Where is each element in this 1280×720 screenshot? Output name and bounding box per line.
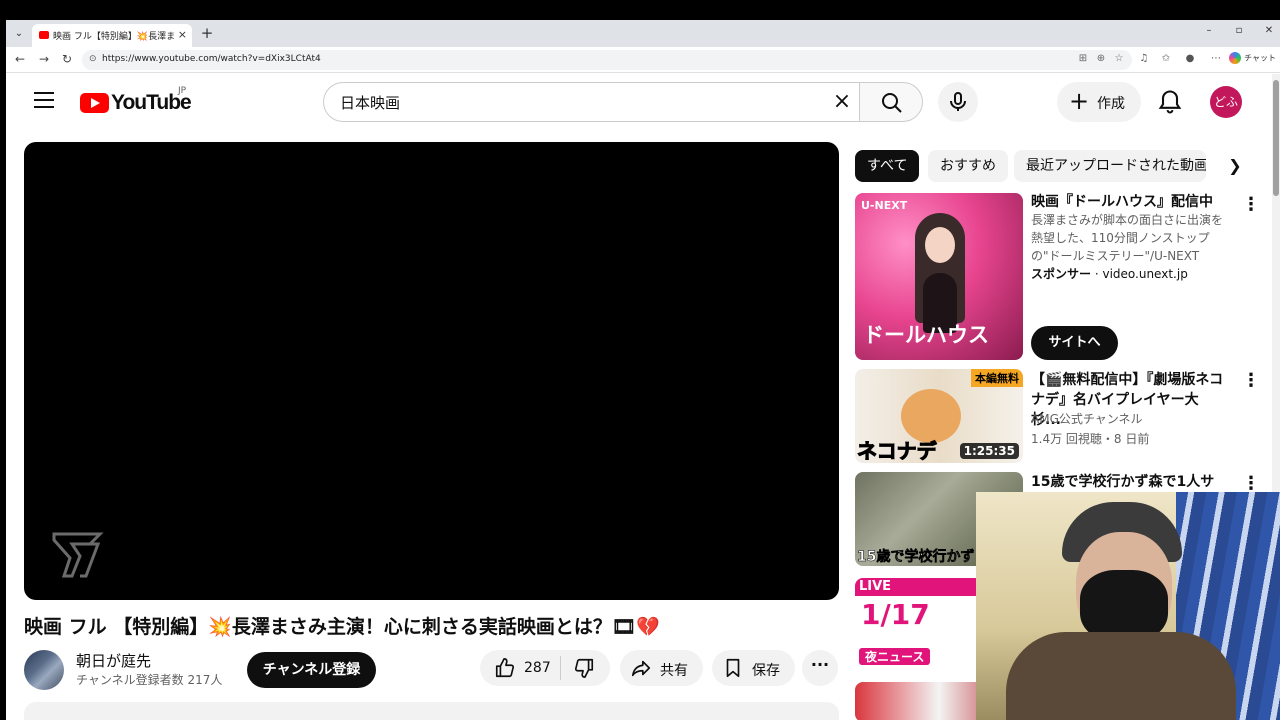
like-dislike-group: 287 xyxy=(480,650,610,686)
dislike-button[interactable] xyxy=(561,650,610,686)
more-menu-icon[interactable]: ⋯ xyxy=(1208,53,1224,64)
share-icon xyxy=(631,660,651,677)
chip-all[interactable]: すべて xyxy=(855,150,920,182)
favorite-star-icon[interactable]: ☆ xyxy=(1112,53,1126,64)
video-thumbnail-1[interactable]: 本編無料 ネコナデ 1:25:35 xyxy=(855,369,1023,463)
youtube-header: YouTube JP × + 作成 どふ xyxy=(6,74,1280,130)
tab-close-icon[interactable]: × xyxy=(178,28,187,41)
menu-icon[interactable] xyxy=(34,92,54,108)
url-text[interactable]: https://www.youtube.com/watch?v=dXix3LCt… xyxy=(102,54,321,64)
country-code: JP xyxy=(178,86,187,96)
unext-brand: U-NEXT xyxy=(861,199,908,212)
webcam-overlay xyxy=(976,492,1280,720)
tab-list-chevron-icon[interactable]: ⌄ xyxy=(10,25,28,43)
webcam-person-body xyxy=(1006,632,1236,720)
account-avatar[interactable]: どふ xyxy=(1210,86,1242,118)
ad-thumb-title: ドールハウス xyxy=(863,322,989,347)
tab-strip: ⌄ 映画 フル【特別編】💥長澤まさみ主演！心に刺さる実話映画とは？ × + – … xyxy=(6,20,1280,47)
reader-icon[interactable]: ⊞ xyxy=(1076,53,1090,64)
thumb-sub: 夜ニュース xyxy=(859,648,931,665)
address-bar: ← → ↻ ⊙ https://www.youtube.com/watch?v=… xyxy=(6,47,1280,73)
restore-icon[interactable]: ▫ xyxy=(1232,25,1246,36)
video-duration: 1:25:35 xyxy=(959,443,1019,459)
video-channel-1[interactable]: AMG公式チャンネル xyxy=(1031,410,1231,428)
more-actions-icon[interactable]: ··· xyxy=(802,650,838,686)
description-box[interactable] xyxy=(24,702,839,720)
channel-avatar[interactable] xyxy=(24,650,64,690)
thumbs-down-icon xyxy=(574,658,594,678)
voice-search-button[interactable] xyxy=(938,82,978,122)
bookmark-icon xyxy=(726,658,740,678)
channel-name[interactable]: 朝日が庭先 xyxy=(76,650,151,671)
thumbs-up-icon xyxy=(495,658,515,678)
thumb-caption: 1/17 xyxy=(861,598,930,631)
new-tab-button[interactable]: + xyxy=(198,24,216,42)
omnibox[interactable]: ⊙ https://www.youtube.com/watch?v=dXix3L… xyxy=(82,50,1132,70)
favorites-icon[interactable]: ✩ xyxy=(1158,53,1174,64)
ad-title[interactable]: 映画『ドールハウス』配信中 xyxy=(1031,192,1227,212)
ad-thumbnail[interactable]: U-NEXT ドールハウス xyxy=(855,193,1023,360)
chevron-right-icon[interactable]: ❯ xyxy=(1223,154,1247,178)
like-button[interactable]: 287 xyxy=(480,650,560,686)
create-button[interactable]: + 作成 xyxy=(1057,82,1141,122)
channel-watermark-logo xyxy=(52,532,104,578)
zoom-icon[interactable]: ⊕ xyxy=(1094,53,1108,64)
subscriber-count: チャンネル登録者数 217人 xyxy=(76,673,223,687)
search-box: × xyxy=(323,82,859,122)
copilot-icon xyxy=(1229,52,1242,64)
profile-icon[interactable]: ● xyxy=(1182,53,1198,64)
thumb-caption: 15歳で学校行かず xyxy=(857,549,975,566)
search-button[interactable] xyxy=(859,82,923,122)
visit-site-button[interactable]: サイトへ xyxy=(1031,326,1118,360)
notifications-bell-icon[interactable] xyxy=(1156,88,1184,116)
ad-face xyxy=(925,227,955,263)
scrollbar-thumb[interactable] xyxy=(1273,80,1279,196)
thumb-badge: LIVE xyxy=(859,579,892,594)
microphone-icon xyxy=(950,92,966,111)
forward-icon[interactable]: → xyxy=(36,51,52,67)
back-icon[interactable]: ← xyxy=(12,51,28,67)
extension-icon[interactable]: ♫ xyxy=(1136,53,1152,64)
minimize-icon[interactable]: – xyxy=(1202,25,1216,36)
save-button[interactable]: 保存 xyxy=(712,650,795,686)
clear-search-icon[interactable]: × xyxy=(829,90,855,116)
video-more-icon[interactable]: ⋮ xyxy=(1242,372,1260,390)
reload-icon[interactable]: ↻ xyxy=(59,51,75,67)
ad-more-icon[interactable]: ⋮ xyxy=(1242,196,1260,214)
share-button[interactable]: 共有 xyxy=(620,650,703,686)
youtube-play-icon xyxy=(80,93,109,113)
window-close-icon[interactable]: ✕ xyxy=(1262,25,1276,36)
video-player[interactable] xyxy=(24,142,839,600)
chip-recommended[interactable]: おすすめ xyxy=(928,150,1008,182)
subscribe-button[interactable]: チャンネル登録 xyxy=(247,652,376,688)
search-icon xyxy=(882,93,902,113)
search-input[interactable] xyxy=(340,93,820,111)
video-more-icon[interactable]: ⋮ xyxy=(1242,475,1260,493)
video-title: 映画 フル 【特別編】💥長澤まさみ主演！心に刺さる実話映画とは？🎞💔 xyxy=(24,616,660,638)
browser-tab[interactable]: 映画 フル【特別編】💥長澤まさみ主演！心に刺さる実話映画とは？ × xyxy=(32,24,192,47)
thumb-caption: ネコナデ xyxy=(857,439,938,464)
ad-description: 長澤まさみが脚本の面白さに出演を熱望した、110分間ノンストップの"ドールミステ… xyxy=(1031,213,1224,263)
copilot-chat-button[interactable]: チャット xyxy=(1229,52,1276,64)
video-meta-1: 1.4万 回視聴・8 日前 xyxy=(1031,432,1150,446)
plus-icon: + xyxy=(1069,87,1090,115)
chip-recently-uploaded[interactable]: 最近アップロードされた動画 xyxy=(1014,150,1206,182)
ad-sponsor: スポンサー · video.unext.jp xyxy=(1031,267,1188,281)
youtube-favicon-icon xyxy=(39,31,49,39)
tab-title: 映画 フル【特別編】💥長澤まさみ主演！心に刺さる実話映画とは？ xyxy=(53,32,175,42)
thumb-badge: 本編無料 xyxy=(971,369,1023,387)
site-info-icon[interactable]: ⊙ xyxy=(89,54,97,64)
